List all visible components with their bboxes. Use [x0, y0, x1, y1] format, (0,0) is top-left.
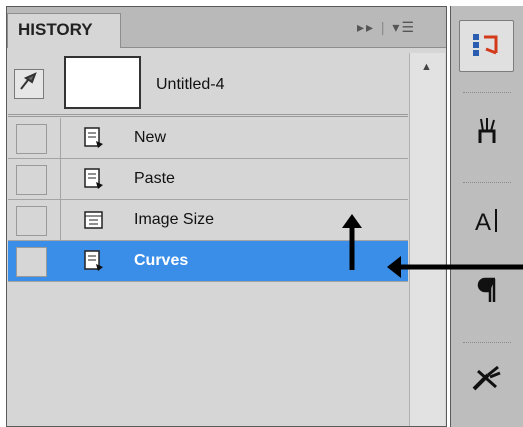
- scrollbar[interactable]: ▲: [409, 53, 445, 426]
- snapshot-thumbnail[interactable]: [64, 56, 141, 109]
- annotation-arrow-up-icon: [342, 214, 362, 270]
- new-document-icon: [84, 127, 103, 148]
- tab-history[interactable]: HISTORY: [7, 13, 121, 48]
- panel-dock: A: [450, 6, 523, 427]
- column-divider: [60, 159, 61, 200]
- tool-presets-icon: [472, 365, 501, 391]
- history-step-new[interactable]: New: [8, 118, 408, 159]
- dock-grip[interactable]: [463, 182, 511, 184]
- character-icon: A: [475, 209, 497, 235]
- step-label: Paste: [134, 170, 175, 187]
- column-divider: [60, 200, 61, 241]
- history-brush-source-icon[interactable]: [14, 69, 44, 99]
- separator-icon: |: [380, 19, 387, 35]
- collapse-icon[interactable]: ▸▸: [357, 19, 375, 35]
- column-divider: [60, 118, 61, 159]
- dock-grip[interactable]: [463, 92, 511, 94]
- image-size-icon: [84, 211, 103, 229]
- history-brush-source-checkbox[interactable]: [16, 247, 47, 277]
- paste-document-icon: [84, 168, 103, 189]
- history-brush-source-checkbox[interactable]: [16, 206, 47, 236]
- svg-text:A: A: [475, 209, 491, 235]
- history-panel-button[interactable]: [459, 20, 514, 72]
- snapshot-label: Untitled-4: [156, 76, 225, 93]
- history-brush-source-checkbox[interactable]: [16, 124, 47, 154]
- character-panel-button[interactable]: A: [459, 194, 514, 246]
- tool-presets-button[interactable]: [459, 352, 514, 404]
- snapshot-row[interactable]: Untitled-4: [8, 52, 408, 117]
- scroll-up-arrow-icon[interactable]: ▲: [421, 61, 432, 73]
- history-panel: HISTORY ▸▸ | ▾☰ Untitled-4 ▲ New Paste I…: [6, 6, 447, 427]
- panel-tab-bar: HISTORY ▸▸ | ▾☰: [7, 7, 446, 48]
- brush-presets-button[interactable]: [459, 104, 514, 156]
- curves-document-icon: [84, 250, 103, 271]
- step-label: Curves: [134, 252, 189, 269]
- history-step-paste[interactable]: Paste: [8, 159, 408, 200]
- brush-presets-icon: [478, 118, 495, 143]
- step-label: New: [134, 129, 167, 146]
- panel-menu-icon[interactable]: ▾☰: [392, 19, 416, 35]
- history-brush-source-checkbox[interactable]: [16, 165, 47, 195]
- history-panel-icon: [472, 34, 497, 56]
- panel-menu-controls[interactable]: ▸▸ | ▾☰: [357, 19, 416, 36]
- step-label: Image Size: [134, 211, 215, 228]
- annotation-arrow-left-icon: [387, 256, 523, 278]
- dock-grip[interactable]: [463, 342, 511, 344]
